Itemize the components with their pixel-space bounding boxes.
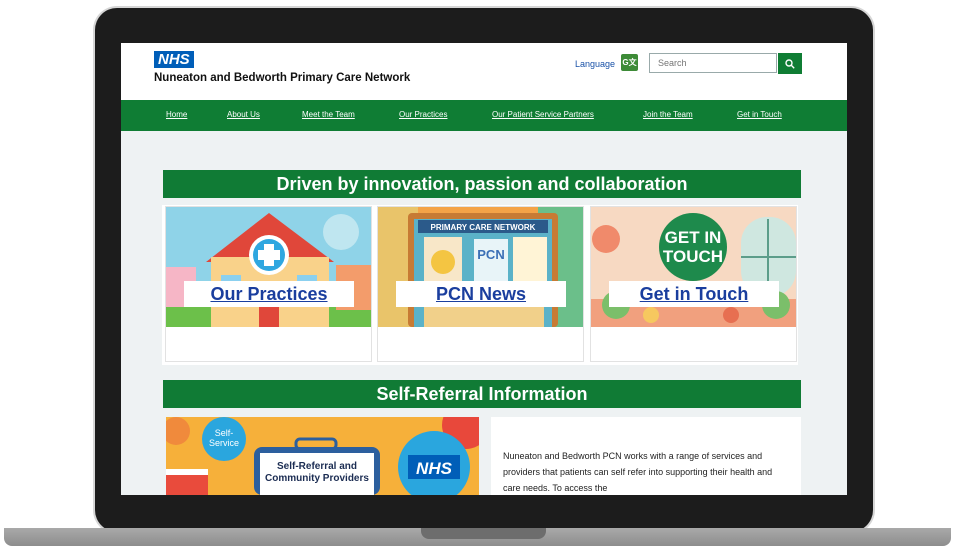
pcn-tag-text: PCN	[477, 247, 504, 262]
get-in-touch-line2: TOUCH	[663, 247, 723, 266]
language-label[interactable]: Language	[575, 59, 615, 69]
practices-illustration	[166, 207, 371, 327]
nav-patient-service-partners[interactable]: Our Patient Service Partners	[492, 110, 594, 119]
organisation-name[interactable]: Nuneaton and Bedworth Primary Care Netwo…	[154, 72, 410, 84]
search-input[interactable]	[649, 53, 777, 73]
search-button[interactable]	[778, 53, 802, 74]
translate-icon[interactable]: G文	[621, 54, 638, 71]
search-icon	[785, 58, 795, 69]
self-referral-nhs-mark: NHS	[416, 459, 453, 478]
laptop-notch	[421, 528, 546, 539]
self-referral-info: Nuneaton and Bedworth PCN works with a r…	[491, 417, 801, 495]
card-label-pcn-news[interactable]: PCN News	[396, 281, 566, 307]
hero-banner: Driven by innovation, passion and collab…	[163, 170, 801, 198]
self-referral-image-title-1: Self-Referral and	[277, 461, 357, 472]
self-referral-image-title-2: Community Providers	[265, 473, 369, 484]
get-in-touch-illustration: GET IN TOUCH	[591, 207, 796, 327]
nhs-logo[interactable]: NHS	[154, 51, 194, 68]
pcn-sign-text: PRIMARY CARE NETWORK	[431, 223, 536, 232]
nav-about-us[interactable]: About Us	[227, 110, 260, 119]
card-get-in-touch[interactable]: GET IN TOUCH Get in Touch	[591, 207, 796, 361]
nav-get-in-touch[interactable]: Get in Touch	[737, 110, 782, 119]
self-referral-text: Nuneaton and Bedworth PCN works with a r…	[503, 451, 773, 493]
card-our-practices[interactable]: Our Practices	[166, 207, 371, 361]
self-service-badge-line1: Self-	[215, 428, 234, 438]
pcn-news-illustration: PRIMARY CARE NETWORK PCN	[378, 207, 583, 327]
browser-viewport: NHS Nuneaton and Bedworth Primary Care N…	[121, 43, 847, 495]
nav-join-the-team[interactable]: Join the Team	[643, 110, 693, 119]
card-label-our-practices[interactable]: Our Practices	[184, 281, 354, 307]
card-pcn-news[interactable]: PRIMARY CARE NETWORK PCN PCN News	[378, 207, 583, 361]
self-referral-banner: Self-Referral Information	[163, 380, 801, 408]
nav-home[interactable]: Home	[166, 110, 187, 119]
get-in-touch-line1: GET IN	[665, 228, 722, 247]
self-service-badge-line2: Service	[209, 438, 239, 448]
card-label-get-in-touch[interactable]: Get in Touch	[609, 281, 779, 307]
site-header: NHS Nuneaton and Bedworth Primary Care N…	[121, 43, 847, 100]
nav-our-practices[interactable]: Our Practices	[399, 110, 447, 119]
nav-meet-the-team[interactable]: Meet the Team	[302, 110, 355, 119]
main-nav: Home About Us Meet the Team Our Practice…	[121, 100, 847, 131]
self-referral-illustration[interactable]: Self- Service Self-Referral and Communit…	[166, 417, 479, 495]
